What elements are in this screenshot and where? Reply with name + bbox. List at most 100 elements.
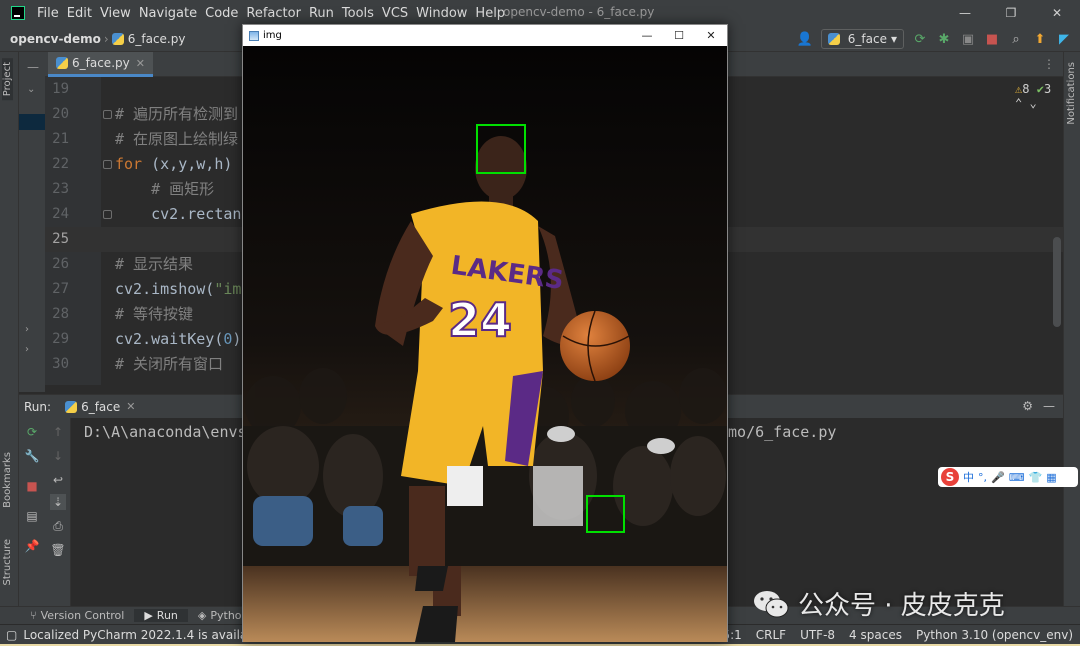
breadcrumb-project[interactable]: opencv-demo — [10, 32, 101, 46]
breadcrumb: opencv-demo › 6_face.py — [0, 32, 185, 46]
line-number: 20 — [52, 106, 69, 122]
keyword: for — [115, 155, 143, 173]
fold-marker-icon[interactable] — [103, 210, 112, 219]
minimize-button[interactable]: — — [942, 0, 988, 26]
notifications-tool-tab[interactable]: Notifications — [1066, 62, 1077, 125]
collapse-icon[interactable]: — — [27, 60, 39, 74]
image-window-title: img — [263, 30, 282, 41]
update-icon[interactable]: ⬆ — [1032, 31, 1048, 47]
stop-icon[interactable]: ■ — [984, 31, 1000, 47]
trash-icon[interactable]: 🗑 — [50, 542, 66, 558]
menu-view[interactable]: View — [96, 6, 135, 21]
detected-face-box — [586, 495, 625, 533]
image-close-button[interactable]: ✕ — [695, 25, 727, 46]
file-encoding[interactable]: UTF-8 — [793, 628, 842, 642]
menu-vcs[interactable]: VCS — [378, 6, 412, 21]
fold-marker-icon[interactable] — [103, 160, 112, 169]
ime-mode[interactable]: 中 — [963, 469, 974, 485]
plugin-icon[interactable]: ◤ — [1056, 31, 1072, 47]
shirt-icon[interactable]: 👕 — [1029, 471, 1043, 484]
menu-refactor[interactable]: Refactor — [242, 6, 305, 21]
code-fragment: ) — [232, 330, 242, 348]
ime-toolbar[interactable]: S 中 °, 🎤 ⌨ 👕 ▦ — [938, 467, 1078, 487]
gear-icon[interactable]: ⚙ — [1022, 399, 1033, 413]
line-separator[interactable]: CRLF — [749, 628, 793, 642]
structure-tool-tab[interactable]: Structure — [2, 539, 13, 586]
branch-icon: ⑂ — [30, 609, 37, 622]
microphone-icon[interactable]: 🎤 — [991, 471, 1005, 484]
wrench-icon[interactable]: 🔧 — [24, 448, 40, 464]
play-icon: ▶ — [144, 609, 153, 622]
grid-icon[interactable]: ▦ — [1046, 471, 1056, 484]
editor-scrollbar-thumb[interactable] — [1053, 237, 1061, 327]
image-window[interactable]: img — ☐ ✕ LAKERS 24 — [242, 24, 728, 642]
image-window-titlebar[interactable]: img — ☐ ✕ — [243, 25, 727, 46]
run-tab-6-face[interactable]: 6_face ✕ — [65, 400, 135, 414]
close-tab-icon[interactable]: ✕ — [136, 57, 145, 70]
run-tool-tab[interactable]: ▶ Run — [134, 609, 188, 622]
keyboard-icon[interactable]: ⌨ — [1009, 471, 1025, 484]
layout-icon[interactable]: ▤ — [24, 508, 40, 524]
breadcrumb-file[interactable]: 6_face.py — [128, 32, 186, 46]
tab-label: Run — [156, 609, 178, 622]
code-text: cv2.rectan — [115, 205, 242, 223]
code-fragment: cv2.imshow( — [115, 280, 215, 298]
code-text: cv2.imshow("im — [115, 277, 241, 302]
python-file-icon — [56, 57, 68, 69]
jersey-number: 24 — [448, 293, 512, 347]
image-minimize-button[interactable]: — — [631, 25, 663, 46]
punctuation-icon[interactable]: °, — [978, 471, 987, 484]
line-number: 19 — [52, 81, 69, 97]
layers-icon: ◈ — [197, 609, 207, 622]
chevron-right-icon[interactable]: › — [25, 324, 29, 335]
tab-label: Version Control — [40, 609, 125, 622]
image-icon — [249, 30, 259, 41]
user-icon[interactable]: 👤 — [797, 31, 813, 47]
menu-edit[interactable]: Edit — [63, 6, 96, 21]
status-message[interactable]: Localized PyCharm 2022.1.4 is available … — [17, 628, 273, 642]
close-button[interactable]: ✕ — [1034, 0, 1080, 26]
maximize-button[interactable]: ❐ — [988, 0, 1034, 26]
rerun-icon[interactable]: ⟳ — [912, 31, 928, 47]
coverage-icon[interactable]: ▣ — [960, 31, 976, 47]
console-output: emo/6_face.py — [719, 423, 837, 441]
editor-tab-6-face[interactable]: 6_face.py ✕ — [48, 52, 153, 77]
version-control-tab[interactable]: ⑂ Version Control — [0, 609, 134, 622]
debug-icon[interactable]: ✱ — [936, 31, 952, 47]
print-icon[interactable]: ⎙ — [50, 518, 66, 534]
stop-icon[interactable]: ■ — [24, 478, 40, 494]
basketball-photo: LAKERS 24 — [243, 46, 727, 642]
chevron-down-icon[interactable]: ⌄ — [27, 84, 35, 95]
pin-icon[interactable]: 📌 — [24, 538, 40, 554]
minimize-panel-icon[interactable]: — — [1043, 399, 1055, 413]
arrow-down-icon[interactable]: ↓ — [50, 448, 66, 464]
menu-navigate[interactable]: Navigate — [135, 6, 201, 21]
code-text: # 显示结果 — [115, 255, 194, 273]
python-interpreter[interactable]: Python 3.10 (opencv_env) — [909, 628, 1080, 642]
selected-tree-row[interactable] — [19, 114, 45, 130]
chevron-right-icon[interactable]: › — [25, 344, 29, 355]
close-tab-icon[interactable]: ✕ — [126, 400, 135, 413]
watermark-text: 公众号 · 皮皮克克 — [798, 591, 1005, 621]
menu-tools[interactable]: Tools — [338, 6, 378, 21]
rerun-icon[interactable]: ⟳ — [24, 424, 40, 440]
bookmarks-tool-tab[interactable]: Bookmarks — [2, 452, 13, 508]
line-number: 29 — [52, 331, 69, 347]
arrow-up-icon[interactable]: ↑ — [50, 424, 66, 440]
fold-marker-icon[interactable] — [103, 110, 112, 119]
menu-window[interactable]: Window — [412, 6, 471, 21]
indent-setting[interactable]: 4 spaces — [842, 628, 909, 642]
soft-wrap-icon[interactable]: ↩ — [50, 472, 66, 488]
scroll-to-end-icon[interactable]: ⇣ — [50, 494, 66, 510]
search-icon[interactable]: ⌕ — [1008, 31, 1024, 47]
menu-run[interactable]: Run — [305, 6, 338, 21]
right-tool-strip: Notifications — [1063, 52, 1080, 624]
more-icon[interactable]: ⋮ — [1043, 57, 1055, 71]
run-configuration-select[interactable]: 6_face ▾ — [820, 29, 904, 49]
menu-file[interactable]: File — [33, 6, 63, 21]
code-text: # 等待按键 — [115, 305, 194, 323]
menu-code[interactable]: Code — [201, 6, 242, 21]
code-fragment: (x,y,w,h) — [142, 155, 233, 173]
image-maximize-button[interactable]: ☐ — [663, 25, 695, 46]
project-tool-tab[interactable]: Project — [2, 58, 13, 101]
